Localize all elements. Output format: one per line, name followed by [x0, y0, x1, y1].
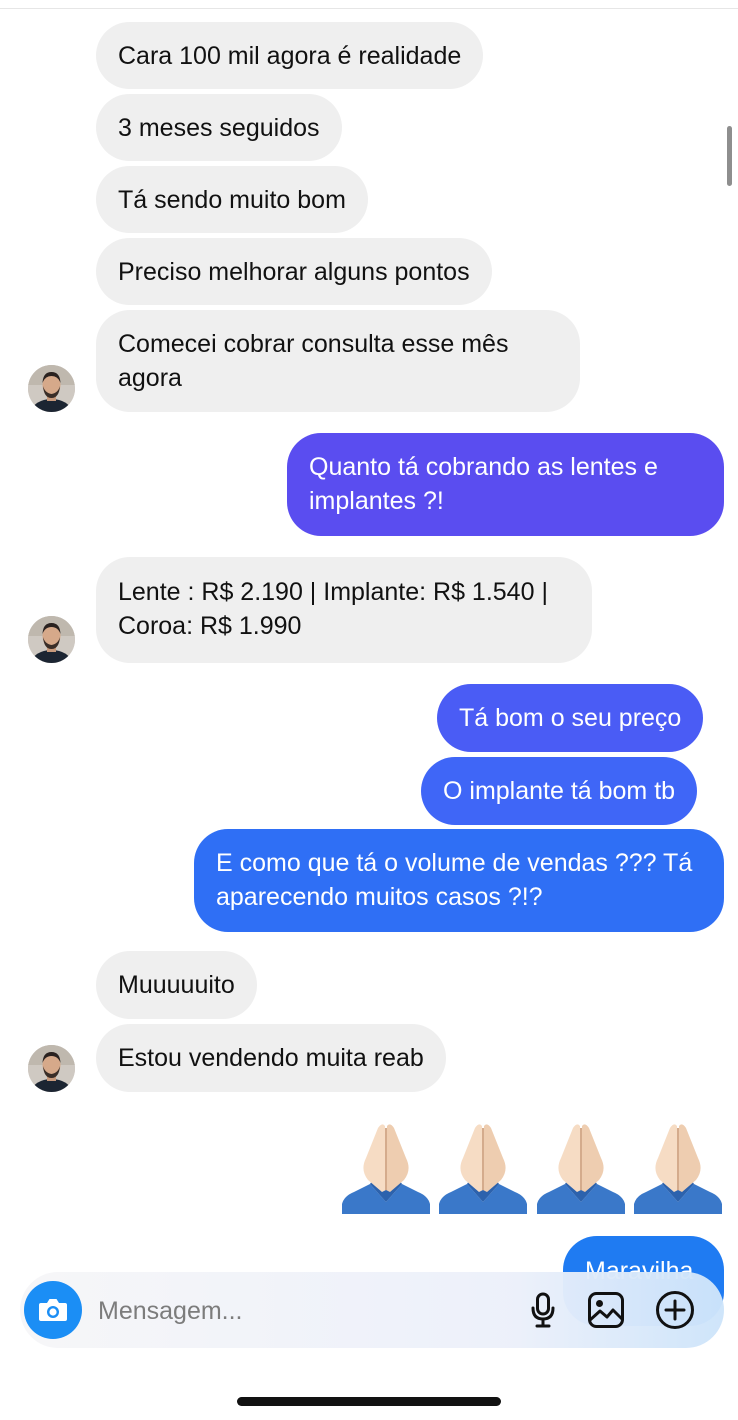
contact-avatar[interactable] [28, 616, 75, 663]
incoming-message[interactable]: Estou vendendo muita reab [96, 1024, 446, 1092]
outgoing-message[interactable]: O implante tá bom tb [421, 757, 698, 825]
incoming-message[interactable]: Cara 100 mil agora é realidade [96, 22, 484, 89]
contact-avatar[interactable] [28, 1045, 75, 1092]
folded-hands-icon [439, 1124, 528, 1214]
gallery-icon [588, 1292, 624, 1328]
emoji-message[interactable] [340, 1118, 724, 1214]
folded-hands-icon [536, 1124, 625, 1214]
plus-circle-icon [656, 1291, 694, 1329]
incoming-message[interactable]: 3 meses seguidos [96, 94, 342, 161]
camera-icon [39, 1299, 67, 1321]
message-input[interactable] [96, 1292, 480, 1330]
message-composer [20, 1272, 724, 1348]
header-divider [0, 8, 738, 9]
incoming-message[interactable]: Tá sendo muito bom [96, 166, 368, 233]
scrollbar-thumb[interactable] [727, 126, 732, 186]
contact-avatar[interactable] [28, 365, 75, 412]
incoming-message[interactable]: Preciso melhorar alguns pontos [96, 238, 492, 305]
gallery-button[interactable] [586, 1290, 626, 1330]
outgoing-message[interactable]: Quanto tá cobrando as lentes e implantes… [287, 433, 724, 536]
microphone-icon [531, 1292, 555, 1328]
outgoing-message[interactable]: Tá bom o seu preço [437, 684, 704, 752]
outgoing-message[interactable]: E como que tá o volume de vendas ??? Tá … [194, 829, 724, 932]
incoming-message[interactable]: Comecei cobrar consulta esse mês agora [96, 310, 580, 412]
home-indicator[interactable] [237, 1397, 501, 1406]
folded-hands-icon [342, 1124, 430, 1214]
incoming-message[interactable]: Lente : R$ 2.190 | Implante: R$ 1.540 | … [96, 557, 592, 663]
folded-hands-icon [633, 1124, 722, 1214]
camera-button[interactable] [24, 1281, 82, 1339]
microphone-button[interactable] [523, 1290, 563, 1330]
add-button[interactable] [655, 1290, 695, 1330]
incoming-message[interactable]: Muuuuuito [96, 951, 257, 1019]
